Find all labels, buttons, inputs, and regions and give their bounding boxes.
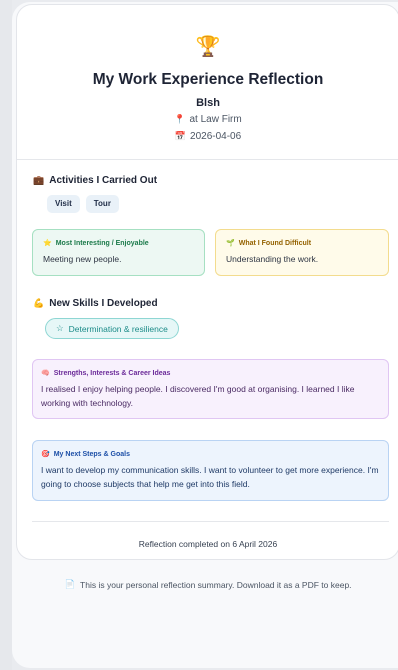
strengths-text: I realised I enjoy helping people. I dis… [41,384,355,408]
trophy-icon: 🏆 [195,36,221,58]
difficult-heading: 🌱 What I Found Difficult [226,239,378,248]
strengths-heading: 🧠 Strengths, Interests & Career Ideas [41,369,380,378]
flexed-arm-icon: 💪 [33,298,45,308]
skill-pill: ☆ Determination & resilience [45,318,179,339]
difficult-text: Understanding the work. [226,254,319,264]
page-title: My Work Experience Reflection [92,71,324,88]
calendar-icon: 📅 [174,131,187,141]
interesting-heading: ⭐ Most Interesting / Enjoyable [43,239,194,248]
pdf-note-text: This is your personal reflection summary… [80,579,352,590]
activity-tag: Visit [47,195,80,213]
activities-tags: Visit Tour [47,195,119,213]
divider [17,159,398,160]
skills-heading: 💪 New Skills I Developed [33,298,158,309]
strengths-title: Strengths, Interests & Career Ideas [53,369,171,377]
difficult-title: What I Found Difficult [238,239,312,247]
difficult-box: 🌱 What I Found Difficult Understanding t… [215,229,389,276]
left-panel-edge [0,0,12,670]
next-steps-title: My Next Steps & Goals [53,450,130,458]
activities-heading: 💼 Activities I Carried Out [33,175,157,186]
document-icon: 📄 [64,579,76,589]
next-steps-box: 🎯 My Next Steps & Goals I want to develo… [32,440,389,501]
activity-tag: Tour [85,195,119,213]
activities-title: Activities I Carried Out [49,175,158,186]
skills-title: New Skills I Developed [49,298,158,309]
divider [32,521,389,522]
completion-note: Reflection completed on 6 April 2026 [138,539,278,549]
pdf-note: 📄 This is your personal reflection summa… [16,579,398,590]
next-steps-heading: 🎯 My Next Steps & Goals [41,450,380,459]
skill-label: Determination & resilience [68,323,168,334]
reflection-card: 🏆 My Work Experience Reflection Blsh 📍 a… [16,4,398,560]
date-text: 2026-04-06 [190,131,242,142]
star-icon: ⭐ [43,240,52,247]
placement-line: 📍 at Law Firm [17,114,398,125]
interesting-text: Meeting new people. [43,254,122,264]
interesting-box: ⭐ Most Interesting / Enjoyable Meeting n… [32,229,205,276]
interesting-title: Most Interesting / Enjoyable [55,239,149,247]
student-name: Blsh [196,97,220,109]
next-steps-text: I want to develop my communication skill… [41,465,379,489]
reflection-header: 🏆 My Work Experience Reflection Blsh 📍 a… [17,5,398,159]
pin-icon: 📍 [174,114,186,124]
strengths-box: 🧠 Strengths, Interests & Career Ideas I … [32,359,389,419]
star-outline-icon: ☆ [56,323,64,333]
placement-text: at Law Firm [189,114,242,125]
seedling-icon: 🌱 [226,240,235,247]
briefcase-icon: 💼 [33,175,45,185]
date-line: 📅 2026-04-06 [17,131,398,142]
target-icon: 🎯 [41,451,50,458]
brain-icon: 🧠 [41,370,50,377]
